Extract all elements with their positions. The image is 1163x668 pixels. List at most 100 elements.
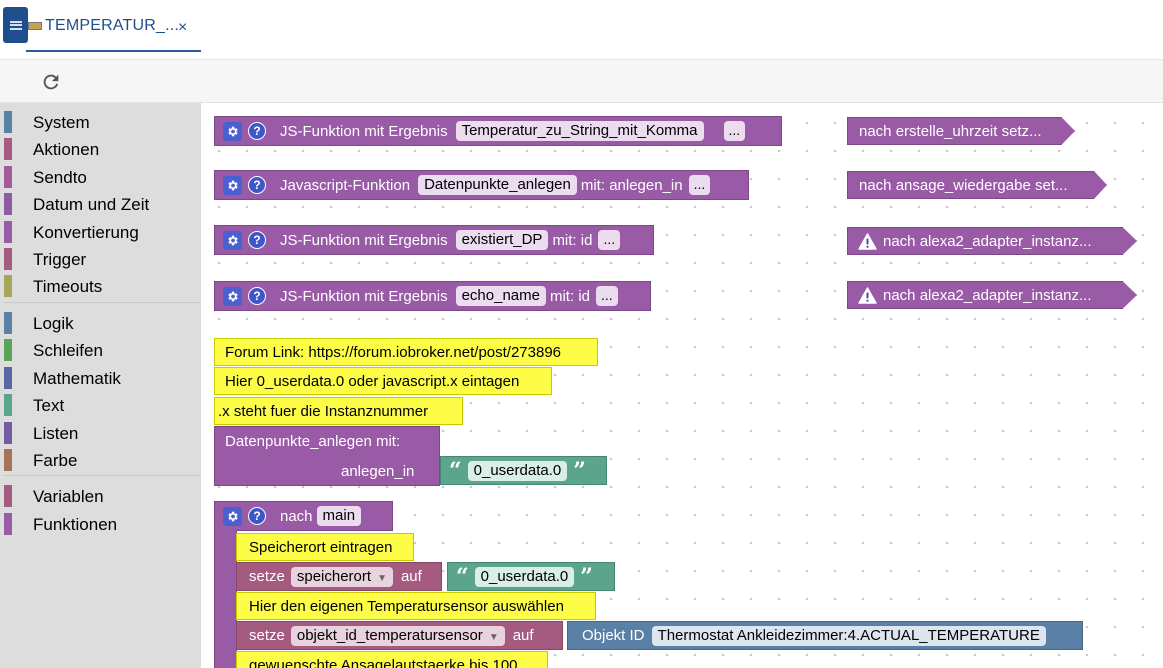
text-value-block[interactable]: “ 0_userdata.0 ” (440, 456, 607, 485)
tab-script[interactable]: TEMPERATUR_... × (26, 8, 201, 52)
category-mathematik[interactable]: Mathematik (4, 366, 201, 390)
category-schleifen[interactable]: Schleifen (4, 338, 201, 362)
help-icon[interactable]: ? (248, 231, 266, 249)
variable-name: speicherort (296, 567, 372, 585)
collapsed-call-block[interactable]: nach alexa2_adapter_instanz... (847, 281, 1137, 309)
category-color (4, 221, 12, 243)
toolbox-sidebar: System Aktionen Sendto Datum und Zeit Ko… (0, 103, 201, 668)
quote-open: “ (449, 457, 462, 484)
category-label: Logik (33, 314, 74, 333)
function-block[interactable]: ? JS-Funktion mit Ergebnis echo_name mit… (214, 281, 651, 311)
category-color (4, 485, 12, 507)
category-color (4, 248, 12, 270)
close-icon[interactable]: × (178, 19, 187, 37)
category-logik[interactable]: Logik (4, 311, 201, 335)
chevron-down-icon: ▼ (377, 572, 387, 584)
category-funktionen[interactable]: Funktionen (4, 512, 201, 536)
variable-name: objekt_id_temperatursensor (296, 626, 483, 644)
comment-block[interactable]: .x steht fuer die Instanznummer (214, 397, 463, 425)
set-variable-block[interactable]: setze objekt_id_temperatursensor ▼ auf (236, 621, 563, 650)
category-color (4, 394, 12, 416)
block-label: JS-Funktion mit Ergebnis (280, 122, 448, 140)
function-block[interactable]: ? JS-Funktion mit Ergebnis existiert_DP … (214, 225, 654, 255)
function-block[interactable]: ? Javascript-Funktion Datenpunkte_anlege… (214, 170, 749, 200)
category-text[interactable]: Text (4, 393, 201, 417)
object-id-field[interactable]: Thermostat Ankleidezimmer:4.ACTUAL_TEMPE… (651, 625, 1046, 646)
set-variable-block[interactable]: setze speicherort ▼ auf (236, 562, 442, 591)
gear-icon[interactable] (223, 175, 242, 195)
category-color (4, 193, 12, 215)
help-icon[interactable]: ? (248, 176, 266, 194)
help-icon[interactable]: ? (248, 507, 266, 525)
to-label: auf (400, 568, 422, 585)
function-block[interactable]: ? JS-Funktion mit Ergebnis Temperatur_zu… (214, 116, 782, 146)
block-params: mit: id (549, 287, 590, 305)
gear-icon[interactable] (223, 286, 242, 306)
more-button[interactable]: ... (598, 230, 621, 250)
script-icon (28, 22, 42, 30)
more-button[interactable]: ... (596, 286, 618, 306)
variable-dropdown[interactable]: speicherort ▼ (290, 566, 393, 587)
category-label: System (33, 113, 90, 132)
comment-block[interactable]: gewuenschte Ansagelautstaerke bis 100 (236, 651, 548, 668)
category-sendto[interactable]: Sendto (4, 165, 201, 189)
gear-icon[interactable] (223, 121, 242, 141)
category-color (4, 111, 12, 133)
category-listen[interactable]: Listen (4, 421, 201, 445)
warning-icon[interactable] (858, 232, 877, 250)
text-value-block[interactable]: “ 0_userdata.0 ” (447, 562, 615, 591)
gear-icon[interactable] (223, 230, 242, 250)
object-id-block[interactable]: Objekt ID Thermostat Ankleidezimmer:4.AC… (567, 621, 1083, 650)
category-label: Sendto (33, 168, 87, 187)
category-farbe[interactable]: Farbe (4, 448, 201, 472)
category-color (4, 138, 12, 160)
function-name-field[interactable]: existiert_DP (455, 230, 549, 250)
collapsed-call-block[interactable]: nach ansage_wiedergabe set... (847, 171, 1107, 199)
menu-icon[interactable] (3, 7, 28, 43)
function-name-field[interactable]: Datenpunkte_anlegen (418, 175, 577, 195)
category-label: Variablen (33, 487, 104, 506)
category-color (4, 166, 12, 188)
main-function-header[interactable]: ? nach main (214, 501, 393, 531)
collapsed-call-block[interactable]: nach erstelle_uhrzeit setz... (847, 117, 1075, 145)
comment-block[interactable]: Forum Link: https://forum.iobroker.net/p… (214, 338, 598, 366)
function-name-field[interactable]: Temperatur_zu_String_mit_Komma (455, 121, 704, 141)
function-name-field[interactable]: main (316, 506, 362, 526)
function-name-field[interactable]: echo_name (455, 286, 546, 306)
category-datum-und-zeit[interactable]: Datum und Zeit (4, 192, 201, 216)
refresh-icon[interactable] (38, 69, 64, 95)
gear-icon[interactable] (223, 506, 242, 526)
comment-text: Forum Link: https://forum.iobroker.net/p… (225, 343, 562, 361)
block-label: nach (280, 507, 313, 525)
collapsed-call-block[interactable]: nach alexa2_adapter_instanz... (847, 227, 1137, 255)
comment-block[interactable]: Hier den eigenen Temperatursensor auswäh… (236, 592, 596, 620)
divider (4, 302, 201, 303)
more-button[interactable]: ... (688, 175, 711, 195)
category-trigger[interactable]: Trigger (4, 247, 201, 271)
comment-block[interactable]: Hier 0_userdata.0 oder javascript.x eint… (214, 367, 552, 395)
category-label: Farbe (33, 451, 78, 470)
block-label: Datenpunkte_anlegen mit: (225, 433, 401, 450)
help-icon[interactable]: ? (248, 287, 266, 305)
block-label: nach ansage_wiedergabe set... (859, 176, 1068, 194)
category-system[interactable]: System (4, 110, 201, 134)
category-aktionen[interactable]: Aktionen (4, 137, 201, 161)
set-label: setze (249, 627, 285, 644)
block-label: nach erstelle_uhrzeit setz... (859, 122, 1042, 140)
category-color (4, 449, 12, 471)
procedure-call-block[interactable]: Datenpunkte_anlegen mit: anlegen_in (214, 426, 440, 486)
category-konvertierung[interactable]: Konvertierung (4, 220, 201, 244)
toolbar (0, 60, 1163, 103)
category-color (4, 367, 12, 389)
help-icon[interactable]: ? (248, 122, 266, 140)
variable-dropdown[interactable]: objekt_id_temperatursensor ▼ (290, 625, 505, 646)
text-field[interactable]: 0_userdata.0 (474, 566, 575, 587)
comment-text: Hier den eigenen Temperatursensor auswäh… (249, 597, 564, 615)
warning-icon[interactable] (858, 286, 877, 304)
category-timeouts[interactable]: Timeouts (4, 274, 201, 298)
text-field[interactable]: 0_userdata.0 (467, 460, 568, 481)
blockly-workspace[interactable]: ? JS-Funktion mit Ergebnis Temperatur_zu… (201, 103, 1163, 668)
more-button[interactable]: ... (723, 121, 746, 141)
comment-block[interactable]: Speicherort eintragen (236, 533, 414, 561)
category-variablen[interactable]: Variablen (4, 484, 201, 508)
